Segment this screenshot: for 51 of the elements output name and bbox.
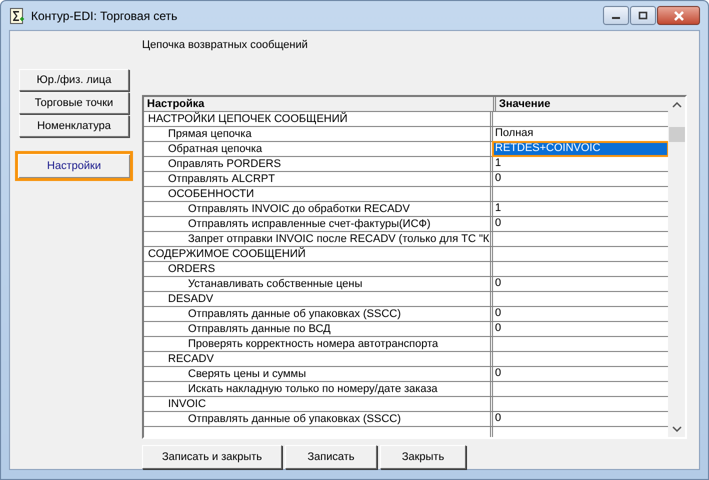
app-icon: [9, 8, 25, 24]
value-cell[interactable]: 0: [493, 277, 668, 291]
action-button[interactable]: Записать и закрыть: [142, 445, 282, 469]
setting-name: Отправлять данные об упаковках (SSCC): [188, 412, 401, 426]
setting-name: Отправлять ALCRPT: [168, 172, 275, 186]
sidebar-button[interactable]: Торговые точки: [19, 92, 129, 114]
scroll-thumb[interactable]: [668, 127, 684, 142]
setting-name: Отправлять INVOIC до обработки RECADV: [188, 202, 410, 216]
close-button[interactable]: [657, 6, 700, 25]
value-cell[interactable]: 0: [493, 412, 668, 426]
minimize-button[interactable]: [603, 6, 629, 25]
setting-name: INVOIC: [168, 398, 206, 410]
setting-name: Сверять цены и суммы: [188, 368, 306, 380]
window-title: Контур-EDI: Торговая сеть: [31, 8, 178, 22]
value-cell[interactable]: 0: [493, 367, 668, 381]
value-cell[interactable]: 1: [493, 202, 668, 216]
setting-name: Отправлять исправленные счет-фактуры(ИСФ): [188, 218, 431, 230]
value-cell[interactable]: 1: [493, 157, 668, 171]
selected-value-cell[interactable]: RETDES+COINVOIC: [493, 142, 668, 156]
maximize-icon: [638, 11, 648, 20]
section-heading: Цепочка возвратных сообщений: [142, 38, 309, 53]
settings-button[interactable]: Настройки: [15, 151, 133, 181]
action-button[interactable]: Записать: [285, 445, 377, 469]
setting-name: Запрет отправки INVOIC после RECADV (только для ТС "К: [188, 232, 490, 246]
setting-name: Отправлять данные по ВСД: [188, 322, 331, 336]
setting-name: ОСОБЕННОСТИ: [168, 188, 254, 200]
setting-name: Обратная цепочка: [168, 142, 262, 156]
setting-name: Отправлять данные об упаковках (SSCC): [188, 308, 401, 320]
sidebar-button[interactable]: Номенклатура: [19, 115, 129, 137]
value-cell[interactable]: 0: [493, 322, 668, 336]
value-cell[interactable]: Полная: [493, 127, 668, 141]
scroll-down-icon[interactable]: [672, 425, 682, 433]
scroll-up-icon[interactable]: [672, 101, 682, 109]
maximize-button[interactable]: [630, 6, 656, 25]
scrollbar[interactable]: [668, 97, 685, 437]
value-cell[interactable]: 0: [493, 307, 668, 321]
column-header[interactable]: Настройка: [144, 97, 496, 111]
setting-name: Прямая цепочка: [168, 128, 252, 140]
action-button[interactable]: Закрыть: [380, 445, 466, 469]
value-cell[interactable]: 0: [493, 217, 668, 231]
setting-name: ORDERS: [168, 262, 216, 276]
setting-name: Оправлять PORDERS: [168, 158, 281, 170]
close-icon: [672, 10, 684, 20]
column-header[interactable]: Значение: [496, 97, 668, 111]
setting-name: Искать накладную только по номеру/дате заказа: [188, 382, 438, 396]
value-cell[interactable]: 0: [493, 172, 668, 186]
setting-name: RECADV: [168, 352, 214, 366]
setting-name: Проверять корректность номера автотранспорта: [188, 338, 438, 350]
setting-name: Устанавливать собственные цены: [188, 278, 362, 290]
sidebar-button[interactable]: Юр./физ. лица: [19, 69, 129, 91]
setting-name: DESADV: [168, 292, 214, 306]
